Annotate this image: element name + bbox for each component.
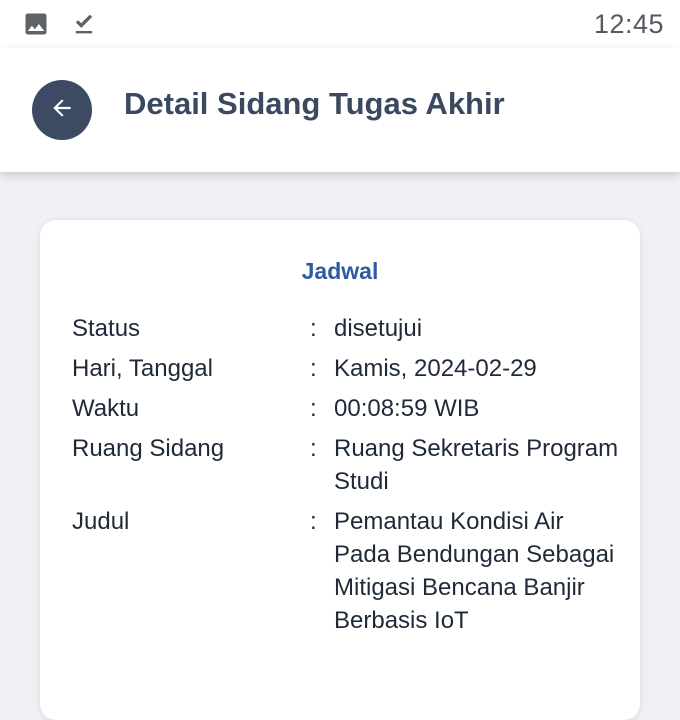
detail-row-date: Hari, Tanggal : Kamis, 2024-02-29 [72,352,620,385]
detail-value: disetujui [334,315,423,342]
detail-value: Pemantau Kondisi Air Pada Bendungan Seba… [334,508,615,634]
detail-row-status: Status : disetujui [72,312,620,345]
app-bar: Detail Sidang Tugas Akhir [0,48,680,172]
separator: : [310,435,317,462]
clock: 12:45 [593,9,664,39]
separator: : [310,355,317,382]
separator: : [310,395,317,422]
detail-label: Status [72,315,141,342]
status-bar: 12:45 [0,0,680,48]
detail-value: Ruang Sekretaris Program Studi [334,435,619,495]
detail-label: Judul [72,508,130,535]
detail-list: Status : disetujui Hari, Tanggal : Kamis… [72,312,620,644]
arrow-left-icon [49,95,75,126]
detail-label: Hari, Tanggal [72,355,213,382]
detail-value: 00:08:59 WIB [334,395,480,422]
card-title: Jadwal [301,258,379,284]
back-button[interactable] [32,80,92,140]
image-icon [22,10,50,43]
detail-row-title: Judul : Pemantau Kondisi Air Pada Bendun… [72,505,620,637]
detail-row-time: Waktu : 00:08:59 WIB [72,392,620,425]
detail-label: Ruang Sidang [72,435,225,462]
detail-row-room: Ruang Sidang : Ruang Sekretaris Program … [72,432,620,498]
separator: : [310,315,317,342]
detail-label: Waktu [72,395,140,422]
separator: : [310,508,317,535]
detail-value: Kamis, 2024-02-29 [334,355,537,382]
page-title: Detail Sidang Tugas Akhir [124,86,505,121]
schedule-card: Jadwal Status : disetujui Hari, Tanggal … [40,220,640,720]
download-done-icon [70,10,98,43]
